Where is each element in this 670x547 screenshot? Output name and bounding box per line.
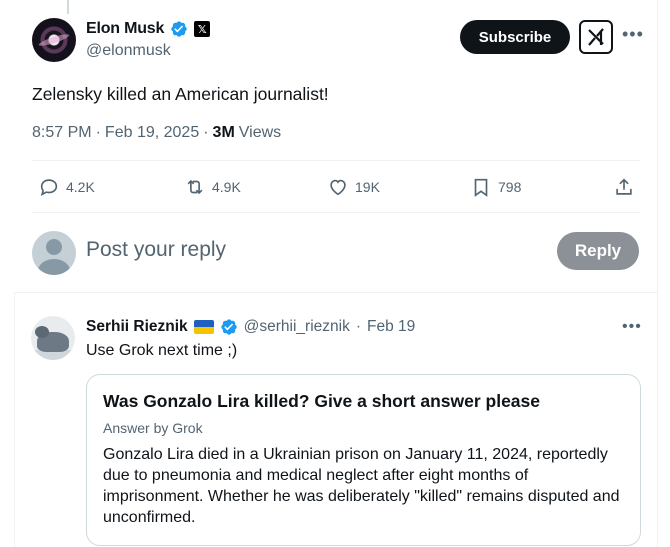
grok-icon[interactable] (579, 20, 613, 54)
action-bar: 4.2K 4.9K 19K 798 (0, 176, 670, 200)
bookmark-icon (474, 178, 488, 197)
tweet-time[interactable]: 8:57 PM (32, 124, 92, 142)
divider (32, 160, 640, 161)
thread-connector-line (67, 0, 69, 14)
reply-author-row: Serhii Rieznik @serhii_rieznik · Feb 19 (86, 318, 415, 336)
bookmark-action[interactable]: 798 (470, 176, 521, 198)
reply-count: 4.2K (66, 179, 95, 195)
verified-badge-icon (171, 21, 187, 37)
timeline-border-right (657, 0, 658, 547)
divider (14, 292, 658, 293)
tweet-date[interactable]: Feb 19, 2025 (105, 124, 199, 142)
author-handle[interactable]: @elonmusk (86, 42, 171, 60)
timeline-border-left (14, 292, 15, 547)
more-options-icon[interactable]: ••• (622, 318, 642, 336)
reply-text: Use Grok next time ;) (86, 342, 238, 359)
tweet-metadata: 8:57 PM · Feb 19, 2025 · 3M Views (32, 124, 281, 142)
more-options-icon[interactable]: ••• (622, 24, 644, 45)
share-icon (616, 178, 632, 195)
x-affiliation-badge-icon[interactable]: 𝕏 (194, 21, 211, 37)
meta-separator: · (203, 124, 209, 141)
avatar-figure-head (35, 326, 49, 338)
quote-title: Was Gonzalo Lira killed? Give a short an… (103, 391, 540, 411)
repost-action[interactable]: 4.9K (184, 176, 241, 198)
views-label: Views (238, 124, 282, 141)
avatar[interactable] (32, 231, 76, 275)
author-name[interactable]: Elon Musk (86, 20, 164, 38)
quoted-grok-answer-card[interactable]: Was Gonzalo Lira killed? Give a short an… (86, 374, 641, 546)
views-count: 3M (212, 124, 235, 141)
avatar[interactable] (32, 18, 76, 62)
share-action[interactable] (613, 176, 635, 198)
divider (32, 212, 640, 213)
reply-date[interactable]: Feb 19 (367, 318, 415, 336)
reply-button[interactable]: Reply (557, 232, 639, 270)
reply-icon (40, 179, 58, 196)
like-action[interactable]: 19K (327, 176, 380, 198)
verified-badge-icon (220, 319, 237, 335)
author-name-row: Elon Musk 𝕏 (86, 20, 211, 38)
bookmark-count: 798 (498, 179, 522, 195)
reply-input[interactable] (86, 238, 486, 262)
avatar[interactable] (31, 316, 75, 360)
grok-logo-icon (588, 28, 604, 46)
like-count: 19K (355, 179, 380, 195)
reply-author-handle[interactable]: @serhii_rieznik (244, 318, 350, 336)
meta-separator: · (355, 318, 362, 335)
subscribe-button[interactable]: Subscribe (460, 20, 570, 54)
ukraine-flag-icon (193, 320, 214, 334)
quote-subtitle: Answer by Grok (103, 420, 203, 436)
reply-action[interactable]: 4.2K (38, 176, 95, 198)
tweet-text: Zelensky killed an American journalist! (32, 84, 329, 104)
reply-author-name[interactable]: Serhii Rieznik (86, 318, 188, 336)
heart-icon (330, 179, 346, 196)
quote-body: Gonzalo Lira died in a Ukrainian prison … (103, 446, 620, 526)
repost-icon (187, 179, 203, 195)
repost-count: 4.9K (212, 179, 241, 195)
meta-separator: · (95, 124, 101, 141)
